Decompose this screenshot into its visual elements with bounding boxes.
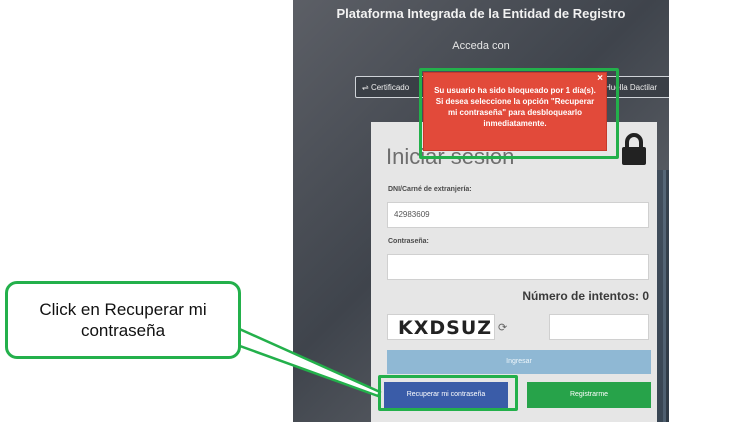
access-subtitle: Acceda con [452,40,510,52]
password-field[interactable] [387,254,649,280]
password-label: Contraseña: [388,238,429,245]
dni-field[interactable]: 42983609 [387,202,649,228]
usb-icon: ⇌ [362,83,371,92]
login-screenshot: Plataforma Integrada de la Entidad de Re… [293,0,669,422]
highlight-alert-box [419,68,619,159]
captcha-image: KXDSUZ [387,314,495,340]
highlight-recover-button [378,375,518,411]
page-title: Plataforma Integrada de la Entidad de Re… [336,6,626,21]
captcha-input[interactable] [549,314,649,340]
certificate-label: Certificado [370,83,410,92]
register-button[interactable]: Registrarme [527,382,651,408]
instruction-callout: Click en Recuperar mi contraseña [5,281,241,359]
dni-label: DNI/Carné de extranjería: [388,186,472,193]
attempts-counter: Número de intentos: 0 [522,289,649,303]
lock-icon [622,133,646,165]
ingresar-button[interactable]: Ingresar [387,350,651,374]
refresh-icon[interactable]: ⟳ [498,321,507,334]
